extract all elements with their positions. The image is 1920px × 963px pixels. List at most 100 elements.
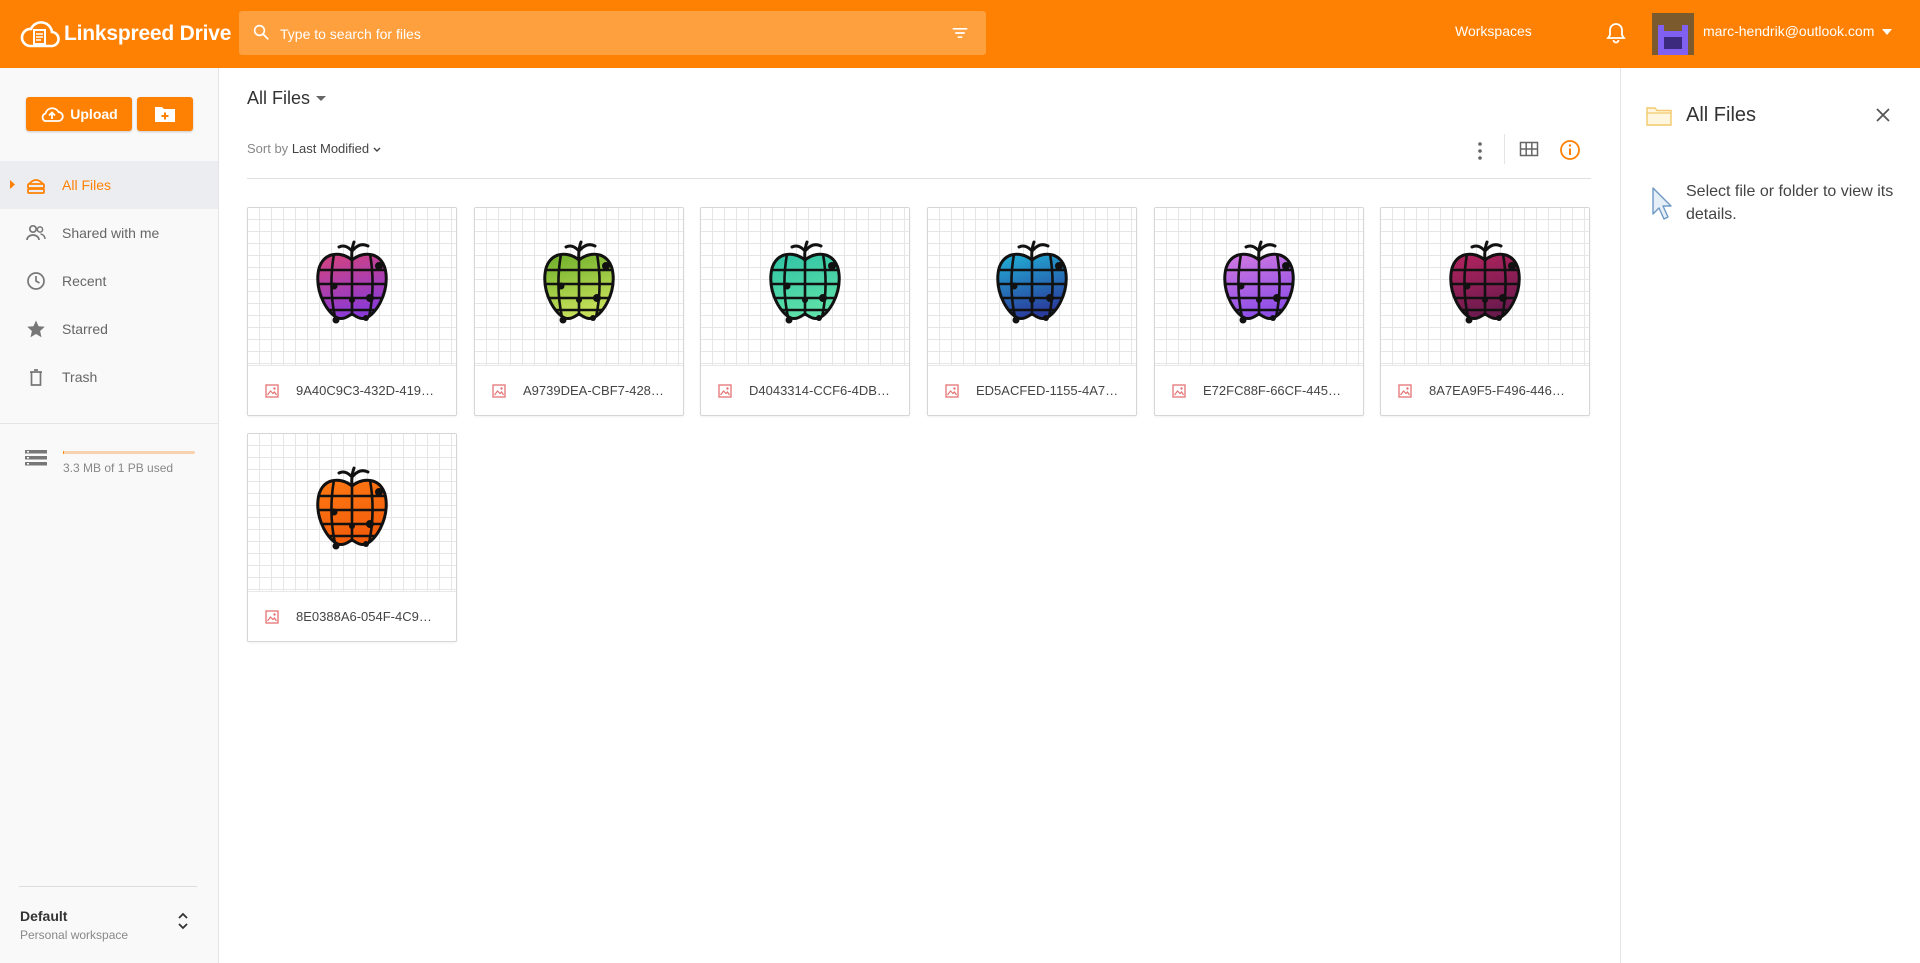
workspace-divider — [19, 886, 197, 887]
file-card[interactable]: E72FC88F-66CF-445… — [1154, 207, 1364, 416]
info-icon[interactable] — [1559, 139, 1581, 161]
storage-progress-bar — [63, 451, 195, 454]
file-card[interactable]: ED5ACFED-1155-4A7… — [927, 207, 1137, 416]
trash-icon — [30, 369, 42, 386]
image-file-icon — [492, 384, 506, 398]
apple-grid-image — [1449, 240, 1521, 324]
main-content: All Files Sort by Last Modified 9A40C9C3… — [219, 68, 1620, 963]
cloud-upload-icon — [41, 107, 64, 122]
sort-prefix: Sort by — [247, 141, 289, 156]
workspace-name[interactable]: Default — [20, 908, 67, 924]
details-title: All Files — [1686, 104, 1757, 126]
file-thumbnail — [701, 208, 909, 365]
file-thumbnail — [248, 208, 456, 365]
sidebar-item-trash[interactable]: Trash — [0, 353, 218, 401]
storage-progress-fill — [63, 451, 64, 454]
caret-down-icon — [316, 95, 327, 101]
apple-grid-image — [769, 240, 841, 324]
people-icon — [26, 224, 46, 241]
chevron-down-icon — [373, 147, 381, 152]
apple-grid-image — [316, 466, 388, 550]
avatar[interactable] — [1652, 13, 1694, 55]
chevron-down-icon[interactable] — [1882, 29, 1892, 35]
sidebar-item-label: Shared with me — [62, 225, 160, 241]
image-file-icon — [945, 384, 959, 398]
toolbar-divider — [1504, 134, 1505, 164]
image-file-icon — [265, 384, 279, 398]
file-thumbnail — [1381, 208, 1589, 365]
header-divider — [247, 178, 1591, 179]
file-thumbnail — [928, 208, 1136, 365]
clock-icon — [27, 272, 45, 290]
sidebar-divider — [0, 423, 218, 424]
file-card[interactable]: A9739DEA-CBF7-428… — [474, 207, 684, 416]
file-meta: 8E0388A6-054F-4C9… — [248, 591, 456, 642]
file-card[interactable]: D4043314-CCF6-4DB… — [700, 207, 910, 416]
workspaces-link[interactable]: Workspaces — [1455, 23, 1532, 39]
file-thumbnail — [475, 208, 683, 365]
unfold-icon[interactable] — [178, 912, 188, 930]
file-name: D4043314-CCF6-4DB… — [749, 383, 890, 398]
sidebar-item-label: Recent — [62, 273, 107, 289]
brand-name: Linkspreed Drive — [64, 22, 232, 45]
file-name: 9A40C9C3-432D-419… — [296, 383, 435, 398]
folder-icon — [1646, 107, 1672, 126]
sort-control[interactable]: Sort by Last Modified — [247, 141, 381, 156]
file-name: 8A7EA9F5-F496-446… — [1429, 383, 1565, 398]
brand-logo[interactable]: Linkspreed Drive — [20, 14, 231, 54]
image-file-icon — [1398, 384, 1412, 398]
sidebar-item-starred[interactable]: Starred — [0, 305, 218, 353]
close-icon[interactable] — [1875, 107, 1891, 123]
file-card[interactable]: 8A7EA9F5-F496-446… — [1380, 207, 1590, 416]
sort-value: Last Modified — [291, 141, 370, 156]
search-box[interactable] — [239, 11, 986, 57]
file-name: A9739DEA-CBF7-428… — [523, 383, 664, 398]
sidebar-item-label: Trash — [62, 369, 98, 385]
drive-icon — [27, 179, 45, 194]
file-name: 8E0388A6-054F-4C9… — [296, 609, 432, 624]
sidebar-item-recent[interactable]: Recent — [0, 257, 218, 305]
file-meta: D4043314-CCF6-4DB… — [701, 365, 909, 416]
sidebar: Upload All Files Shared with me Recent S… — [0, 68, 219, 963]
details-hint: Select file or folder to view its detail… — [1686, 183, 1894, 223]
file-card[interactable]: 8E0388A6-054F-4C9… — [247, 433, 457, 642]
image-file-icon — [1172, 384, 1186, 398]
storage-usage-text: 3.3 MB of 1 PB used — [63, 461, 174, 475]
top-bar: Linkspreed Drive Workspaces marc-hendrik… — [0, 0, 1920, 68]
sidebar-item-shared[interactable]: Shared with me — [0, 209, 218, 257]
apple-grid-image — [996, 240, 1068, 324]
grid-view-icon[interactable] — [1519, 139, 1539, 159]
file-meta: ED5ACFED-1155-4A7… — [928, 365, 1136, 416]
sidebar-item-label: Starred — [62, 321, 108, 337]
cloud-logo-icon — [20, 21, 60, 48]
search-icon — [253, 24, 269, 40]
storage-icon — [25, 450, 47, 466]
filter-icon[interactable] — [950, 23, 970, 43]
apple-grid-image — [1223, 240, 1295, 324]
star-icon — [27, 320, 45, 338]
file-name: ED5ACFED-1155-4A7… — [976, 383, 1119, 398]
image-file-icon — [265, 610, 279, 624]
sidebar-item-label: All Files — [62, 177, 112, 193]
pixel-avatar-icon — [1652, 13, 1694, 55]
details-panel: All Files Select file or folder to view … — [1620, 68, 1920, 963]
search-input[interactable] — [278, 11, 922, 57]
workspace-type: Personal workspace — [20, 928, 129, 942]
apple-grid-image — [543, 240, 615, 324]
upload-label: Upload — [70, 106, 118, 122]
new-folder-button[interactable] — [137, 97, 193, 131]
file-thumbnail — [248, 434, 456, 591]
cursor-pointer-icon — [1652, 187, 1672, 220]
folder-add-icon — [155, 107, 175, 122]
user-email[interactable]: marc-hendrik@outlook.com — [1703, 23, 1874, 39]
image-file-icon — [718, 384, 732, 398]
file-meta: A9739DEA-CBF7-428… — [475, 365, 683, 416]
file-card[interactable]: 9A40C9C3-432D-419… — [247, 207, 457, 416]
caret-right-icon — [10, 180, 15, 189]
sidebar-item-all-files[interactable]: All Files — [0, 161, 218, 209]
page-title[interactable]: All Files — [247, 88, 327, 109]
file-thumbnail — [1155, 208, 1363, 365]
notifications-bell-icon[interactable] — [1606, 21, 1626, 45]
more-vertical-icon[interactable] — [1471, 140, 1489, 162]
upload-button[interactable]: Upload — [26, 97, 132, 131]
